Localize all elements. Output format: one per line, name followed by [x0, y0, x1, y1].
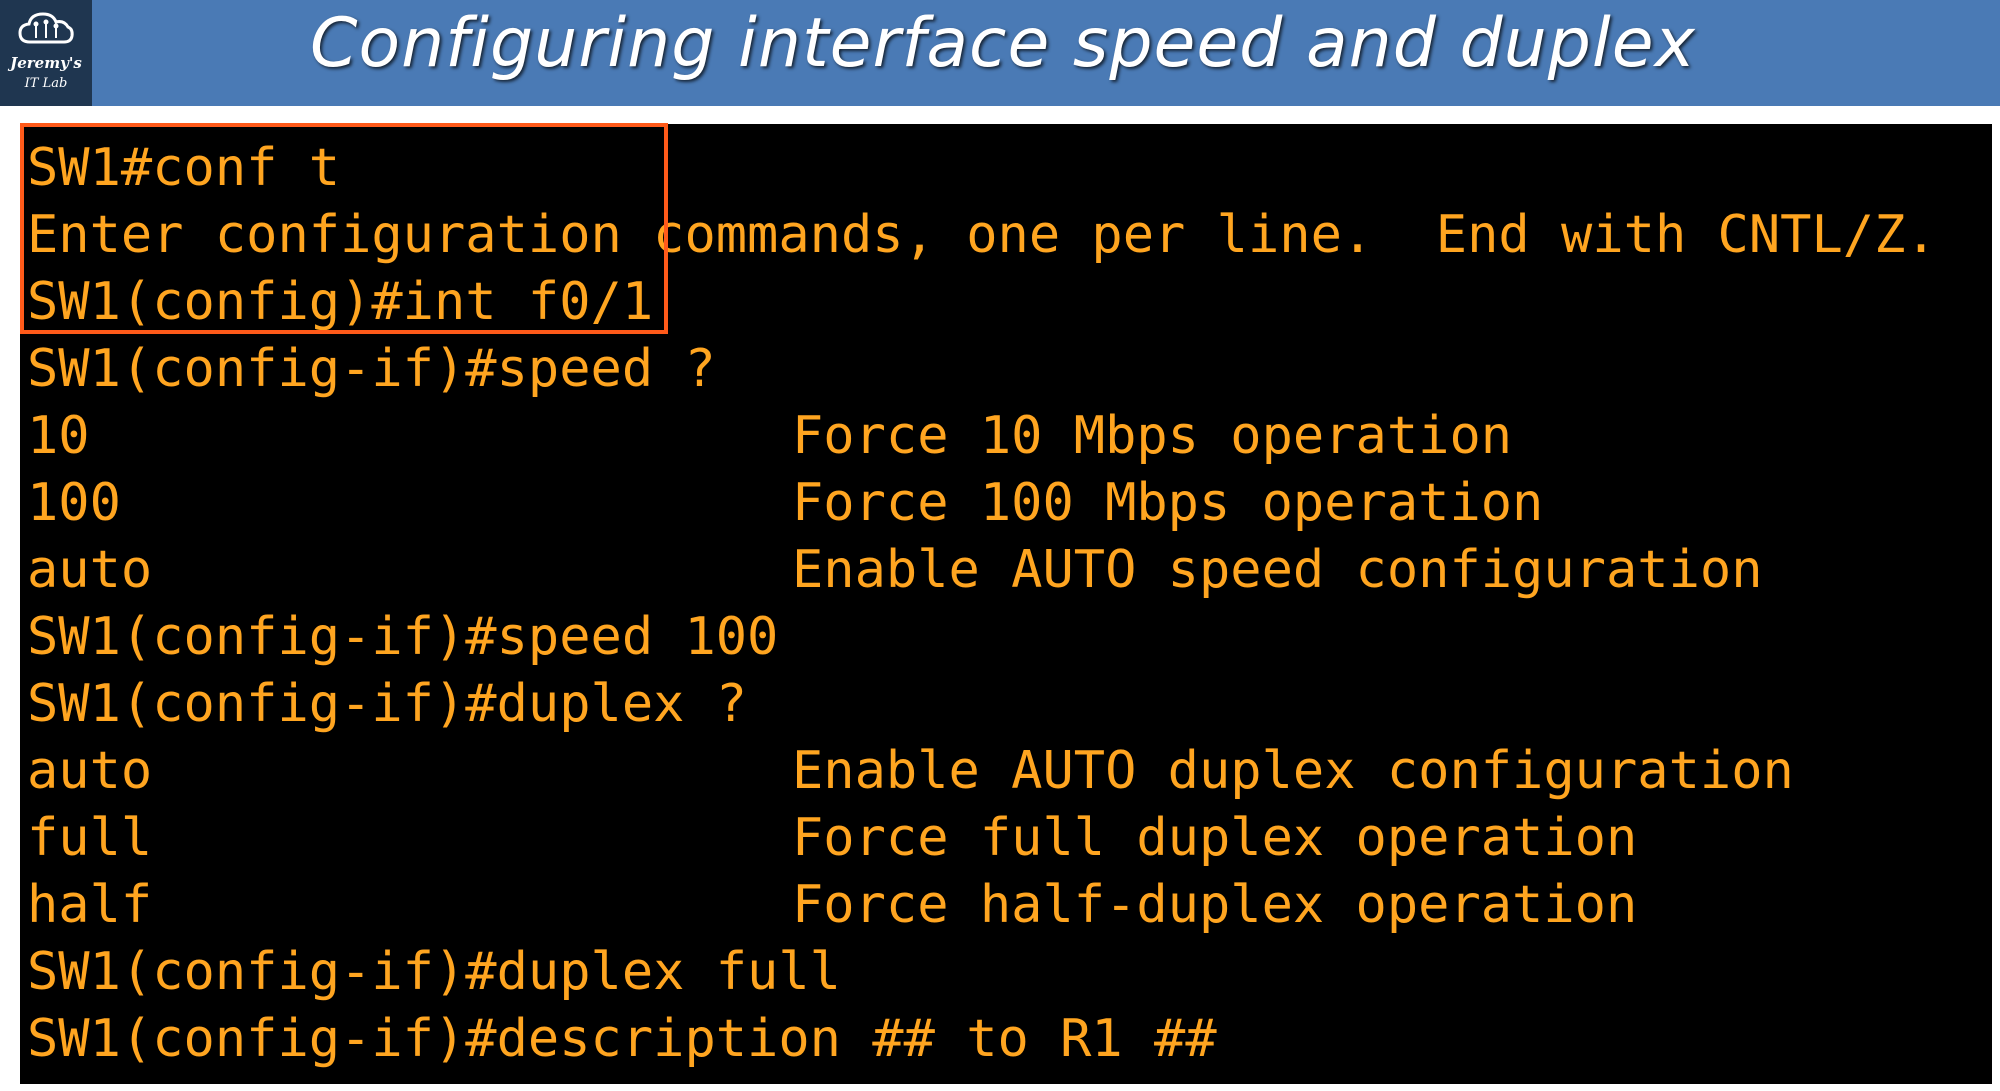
- slide-title: Configuring interface speed and duplex: [310, 4, 1696, 83]
- terminal-line: full Force full duplex operation: [27, 805, 1637, 872]
- option-description: Force half-duplex operation: [792, 875, 1638, 935]
- command-text: SW1(config-if)#speed 100: [27, 607, 779, 667]
- option-description: Enable AUTO duplex configuration: [792, 741, 1794, 801]
- terminal-line: SW1(config-if)#description ## to R1 ##: [27, 1006, 1217, 1073]
- logo-text-lab: IT Lab: [24, 76, 68, 91]
- option-description: Force 10 Mbps operation: [792, 406, 1513, 466]
- header-bar: Jeremy's IT Lab Configuring interface sp…: [0, 0, 2000, 106]
- terminal-line: SW1(config-if)#duplex ?: [27, 671, 747, 738]
- option-keyword: half: [27, 875, 153, 935]
- logo-text-name: Jeremy's: [10, 54, 82, 72]
- option-keyword: full: [27, 808, 153, 868]
- option-description: Force 100 Mbps operation: [792, 473, 1544, 533]
- command-text: SW1(config-if)#description ## to R1 ##: [27, 1009, 1217, 1069]
- terminal-line: 100 Force 100 Mbps operation: [27, 470, 1543, 537]
- option-keyword: 10: [27, 406, 90, 466]
- option-keyword: auto: [27, 540, 153, 600]
- command-text: SW1(config-if)#duplex ?: [27, 674, 748, 734]
- logo: Jeremy's IT Lab: [0, 0, 92, 106]
- cloud-circuit-icon: [18, 12, 74, 44]
- option-keyword: auto: [27, 741, 153, 801]
- terminal-line: auto Enable AUTO speed configuration: [27, 537, 1763, 604]
- option-keyword: 100: [27, 473, 121, 533]
- terminal-line: half Force half-duplex operation: [27, 872, 1637, 939]
- terminal-line: SW1(config-if)#duplex full: [27, 939, 841, 1006]
- command-text: SW1(config-if)#duplex full: [27, 942, 841, 1002]
- option-description: Force full duplex operation: [792, 808, 1638, 868]
- command-text: SW1(config-if)#speed ?: [27, 339, 716, 399]
- option-description: Enable AUTO speed configuration: [792, 540, 1763, 600]
- terminal-line: SW1(config-if)#speed ?: [27, 336, 716, 403]
- terminal-line: auto Enable AUTO duplex configuration: [27, 738, 1794, 805]
- highlight-box: [20, 123, 668, 334]
- terminal-line: 10 Force 10 Mbps operation: [27, 403, 1512, 470]
- terminal-line: SW1(config-if)#speed 100: [27, 604, 778, 671]
